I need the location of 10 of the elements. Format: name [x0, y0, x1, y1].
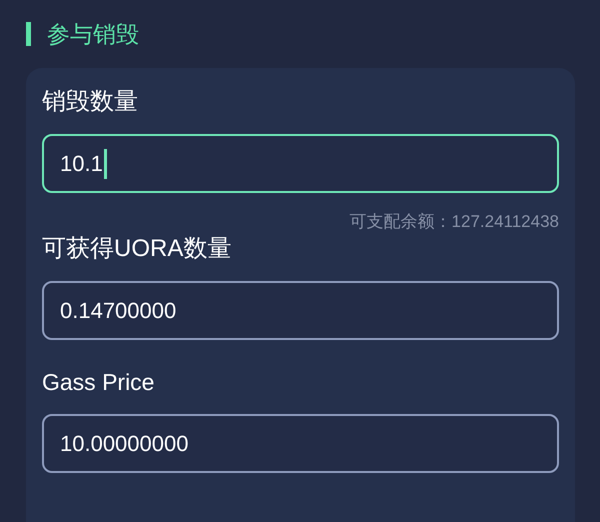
section-title: 参与销毁: [47, 20, 139, 49]
balance-hint: 可支配余额：127.24112438: [350, 211, 559, 233]
text-cursor: [104, 148, 107, 178]
field-label: 可获得UORA数量: [42, 234, 232, 264]
input-field[interactable]: 0.14700000: [42, 281, 559, 340]
input-field[interactable]: 10.00000000: [42, 414, 559, 473]
input-field[interactable]: 10.1: [42, 134, 559, 193]
accent-bar: [26, 22, 31, 46]
field-label: Gass Price: [42, 368, 154, 397]
field-label: 销毁数量: [42, 87, 138, 117]
